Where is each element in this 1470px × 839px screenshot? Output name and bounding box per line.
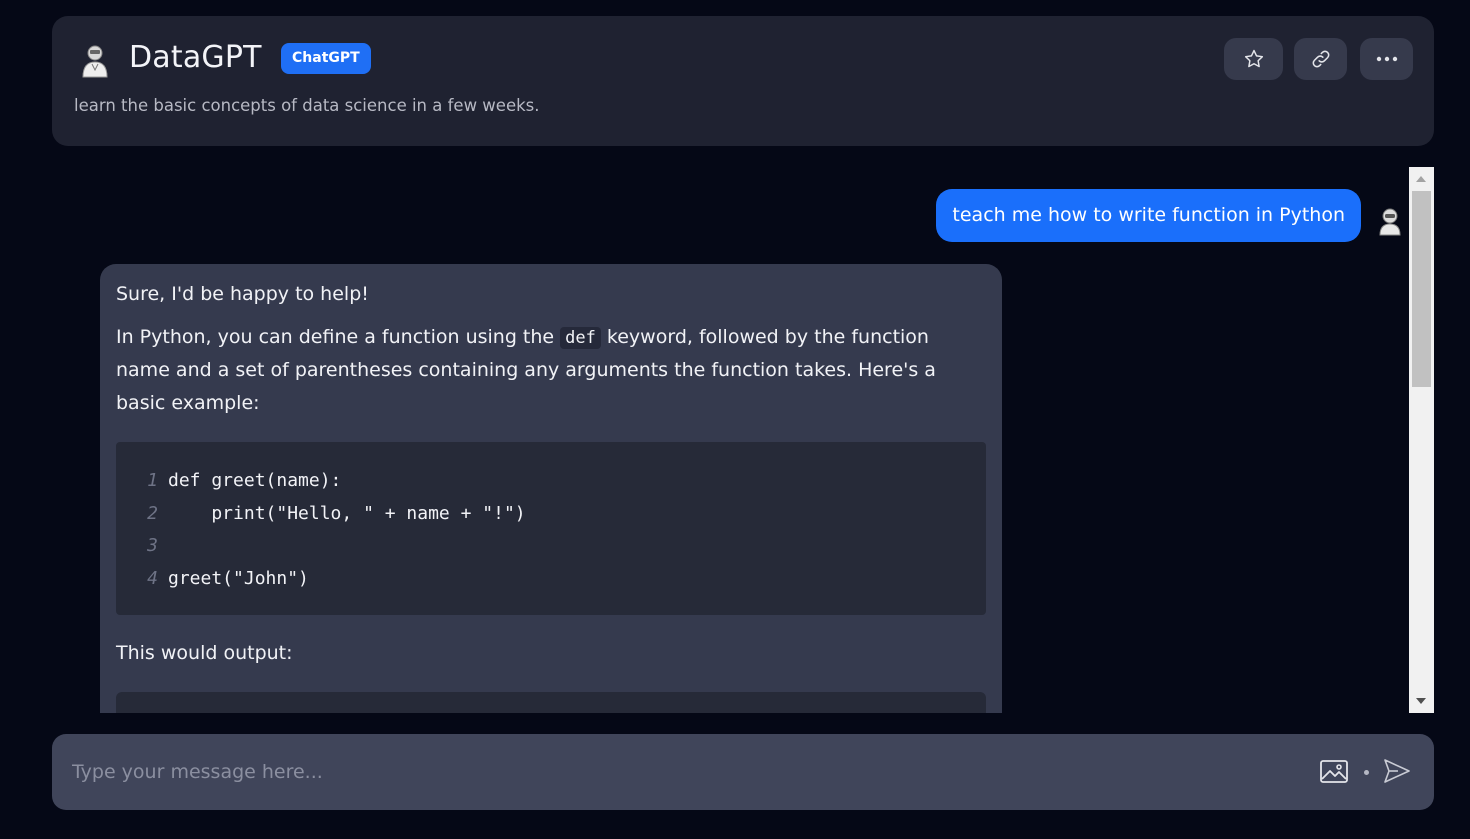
scroll-down-icon[interactable] xyxy=(1416,698,1426,704)
share-link-button[interactable] xyxy=(1294,38,1347,80)
chat-scrollbar[interactable] xyxy=(1409,167,1434,713)
image-icon xyxy=(1320,760,1348,783)
send-button[interactable] xyxy=(1382,756,1412,786)
more-icon xyxy=(1376,56,1397,62)
code-line: 4 greet("John") xyxy=(116,565,986,598)
page-title: DataGPT xyxy=(129,40,262,75)
chat-subtitle: learn the basic concepts of data science… xyxy=(74,96,540,115)
code-text: print("Hello, " + name + "!") xyxy=(168,502,526,524)
line-number: 1 xyxy=(147,470,158,491)
message-composer xyxy=(52,734,1434,810)
attach-image-button[interactable] xyxy=(1319,758,1349,786)
inline-code: def xyxy=(560,326,601,349)
star-icon xyxy=(1244,49,1263,68)
message-paragraph: In Python, you can define a function usi… xyxy=(116,321,986,420)
message-paragraph: Sure, I'd be happy to help! xyxy=(116,283,369,305)
code-block xyxy=(116,691,986,713)
code-block: 1 def greet(name): 2 print("Hello, " + n… xyxy=(116,442,986,615)
line-number: 3 xyxy=(147,535,158,556)
code-line: 3 xyxy=(116,532,986,565)
message-input[interactable] xyxy=(72,754,1272,790)
scroll-up-icon[interactable] xyxy=(1416,176,1426,182)
scroll-thumb[interactable] xyxy=(1412,191,1431,387)
code-text: def greet(name): xyxy=(168,470,342,491)
separator-dot xyxy=(1364,770,1369,775)
code-line: 2 print("Hello, " + name + "!") xyxy=(116,500,986,533)
text-span: In Python, you can define a function usi… xyxy=(116,325,561,348)
send-icon xyxy=(1384,759,1410,783)
line-number: 2 xyxy=(147,502,158,524)
bot-avatar xyxy=(78,42,112,78)
message-paragraph: This would output: xyxy=(116,642,293,664)
assistant-message: Sure, I'd be happy to help! In Python, y… xyxy=(100,264,1002,713)
model-badge: ChatGPT xyxy=(281,43,371,74)
user-message: teach me how to write function in Python xyxy=(936,189,1361,242)
code-text: greet("John") xyxy=(168,567,309,589)
link-icon xyxy=(1312,50,1329,68)
chat-messages: teach me how to write function in Python… xyxy=(52,167,1409,713)
user-avatar xyxy=(1377,206,1403,236)
chat-header: DataGPT ChatGPT learn the basic concepts… xyxy=(52,16,1434,146)
favorite-button[interactable] xyxy=(1224,38,1283,80)
line-number: 4 xyxy=(147,567,158,589)
more-options-button[interactable] xyxy=(1360,38,1413,80)
code-line: 1 def greet(name): xyxy=(116,467,986,500)
